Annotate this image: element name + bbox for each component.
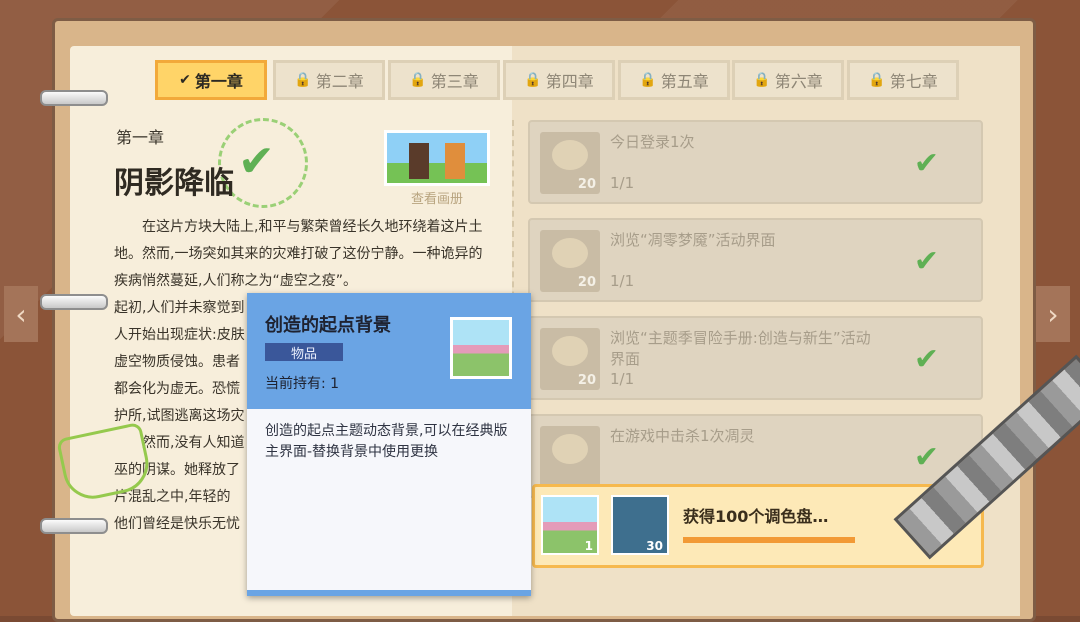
tab-label: 第二章: [315, 72, 364, 91]
check-icon: ✔: [913, 342, 939, 377]
tab-label: 第六章: [774, 72, 823, 91]
task-name: 浏览“凋零梦魇”活动界面: [610, 231, 776, 249]
item-tooltip: 创造的起点背景 物品 当前持有: 1 创造的起点主题动态背景,可以在经典版主界面…: [247, 293, 531, 596]
task-row[interactable]: 20 浏览“主题季冒险手册:创造与新生”活动界面 1/1 ✔: [528, 316, 983, 400]
tooltip-title: 创造的起点背景: [265, 315, 391, 336]
check-icon: ✔: [913, 146, 939, 181]
tab-chapter-4[interactable]: 🔒 第四章: [503, 60, 615, 100]
tab-label: 第一章: [194, 72, 243, 91]
next-page-button[interactable]: ›: [1036, 286, 1070, 342]
background-preview-image: [450, 317, 512, 379]
chevron-left-icon: ‹: [15, 297, 27, 331]
lock-icon: 🔒: [294, 72, 312, 88]
lock-icon: 🔒: [868, 72, 886, 88]
tooltip-description: 创造的起点主题动态背景,可以在经典版主界面-替换背景中使用更换: [265, 423, 508, 460]
palette-icon: [552, 140, 588, 170]
binder-ring: [40, 518, 108, 534]
story-paragraph: 在这片方块大陆上,和平与繁荣曾经长久地环绕着这片土地。然而,一场突如其来的灾难打…: [114, 219, 483, 289]
palette-icon: [552, 434, 588, 464]
lock-icon: 🔒: [524, 72, 542, 88]
lock-icon: 🔒: [753, 72, 771, 88]
reward-progress-bar: [683, 537, 855, 543]
task-progress: 1/1: [610, 174, 635, 192]
steve-figure-icon: [409, 143, 429, 179]
chapter-label: 第一章: [116, 128, 165, 147]
task-progress: 1/1: [610, 370, 635, 388]
feather-reward-item[interactable]: 30: [611, 495, 669, 555]
task-name: 今日登录1次: [610, 133, 695, 151]
binder-ring: [40, 294, 108, 310]
reward-count: 20: [577, 177, 596, 192]
palette-reward-icon: 20: [540, 132, 600, 194]
check-icon: ✔: [238, 136, 275, 187]
check-icon: ✔: [913, 244, 939, 279]
task-progress: 1/1: [610, 272, 635, 290]
reward-count: 20: [577, 373, 596, 388]
item-count: 30: [646, 539, 663, 553]
check-icon: ✔: [913, 440, 939, 475]
prev-page-button[interactable]: ‹: [4, 286, 38, 342]
check-icon: ✔: [179, 72, 191, 88]
palette-icon: [552, 336, 588, 366]
tab-chapter-3[interactable]: 🔒 第三章: [388, 60, 500, 100]
album-thumbnail: [384, 130, 490, 186]
tab-label: 第四章: [545, 72, 594, 91]
tab-chapter-1[interactable]: ✔ 第一章: [155, 60, 267, 100]
palette-icon: [552, 238, 588, 268]
alex-figure-icon: [445, 143, 465, 179]
item-count: 1: [584, 539, 593, 553]
album-label: 查看画册: [410, 192, 463, 207]
tab-label: 第七章: [889, 72, 938, 91]
reward-title: 获得100个调色盘…: [683, 507, 829, 526]
background-reward-item[interactable]: 1: [541, 495, 599, 555]
task-name: 浏览“主题季冒险手册:创造与新生”活动界面: [610, 329, 871, 368]
palette-reward-icon: 20: [540, 328, 600, 390]
lock-icon: 🔒: [409, 72, 427, 88]
tooltip-footer: [247, 590, 531, 596]
reward-progress-fill: [683, 537, 855, 543]
chapter-title: 阴影降临: [114, 166, 234, 201]
task-row[interactable]: 20 浏览“凋零梦魇”活动界面 1/1 ✔: [528, 218, 983, 302]
binder-ring: [40, 90, 108, 106]
chapter-tabs: ✔ 第一章 🔒 第二章 🔒 第三章 🔒 第四章 🔒 第五章 🔒 第六章 🔒 第七…: [155, 60, 959, 102]
tooltip-header: 创造的起点背景 物品 当前持有: 1: [247, 293, 531, 409]
tooltip-type-badge: 物品: [265, 343, 343, 362]
tab-label: 第三章: [430, 72, 479, 91]
view-album-button[interactable]: 查看画册: [384, 130, 490, 207]
chevron-right-icon: ›: [1047, 297, 1059, 331]
tab-chapter-6[interactable]: 🔒 第六章: [732, 60, 844, 100]
reward-count: 20: [577, 275, 596, 290]
palette-reward-icon: [540, 426, 600, 488]
palette-reward-icon: 20: [540, 230, 600, 292]
task-row[interactable]: 20 今日登录1次 1/1 ✔: [528, 120, 983, 204]
task-name: 在游戏中击杀1次凋灵: [610, 427, 755, 445]
tab-chapter-2[interactable]: 🔒 第二章: [273, 60, 385, 100]
lock-icon: 🔒: [639, 72, 657, 88]
tab-chapter-5[interactable]: 🔒 第五章: [618, 60, 730, 100]
tab-label: 第五章: [660, 72, 709, 91]
tab-chapter-7[interactable]: 🔒 第七章: [847, 60, 959, 100]
tooltip-owned: 当前持有: 1: [265, 376, 340, 392]
